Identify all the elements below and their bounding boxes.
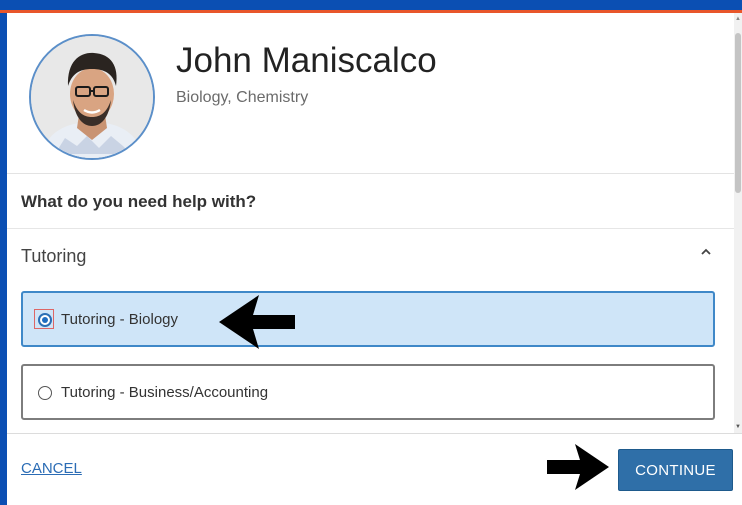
continue-button[interactable]: CONTINUE [618,449,733,491]
right-arrow-annotation-icon [547,444,609,490]
tutor-name: John Maniscalco [176,41,437,80]
radio-button[interactable] [38,313,52,327]
scroll-down-icon[interactable]: ▼ [735,423,741,431]
scroll-thumb[interactable] [735,33,741,193]
tutor-header: John Maniscalco Biology, Chemistry [7,13,734,174]
tutoring-section-toggle[interactable]: Tutoring [7,229,734,285]
dialog-footer: CANCEL CONTINUE [7,433,742,505]
cancel-button[interactable]: CANCEL [21,460,82,477]
help-question: What do you need help with? [7,174,734,229]
tutor-subjects: Biology, Chemistry [176,89,309,106]
avatar [29,34,155,160]
option-tutoring-business-accounting[interactable]: Tutoring - Business/Accounting [21,364,715,420]
left-arrow-annotation-icon [219,295,295,349]
radio-button[interactable] [38,386,52,400]
option-tutoring-biology[interactable]: Tutoring - Biology [21,291,715,347]
top-bar [0,0,742,10]
scrollbar[interactable]: ▲ ▼ [734,13,742,433]
chevron-up-icon [701,248,711,255]
avatar-photo [31,36,153,158]
option-label: Tutoring - Business/Accounting [61,384,269,401]
question-heading: What do you need help with? [21,192,257,211]
booking-dialog: John Maniscalco Biology, Chemistry What … [7,13,742,505]
section-label: Tutoring [21,246,87,266]
option-label: Tutoring - Biology [61,311,178,328]
scroll-up-icon[interactable]: ▲ [735,15,741,23]
dialog-scroll-area[interactable]: John Maniscalco Biology, Chemistry What … [7,13,734,433]
